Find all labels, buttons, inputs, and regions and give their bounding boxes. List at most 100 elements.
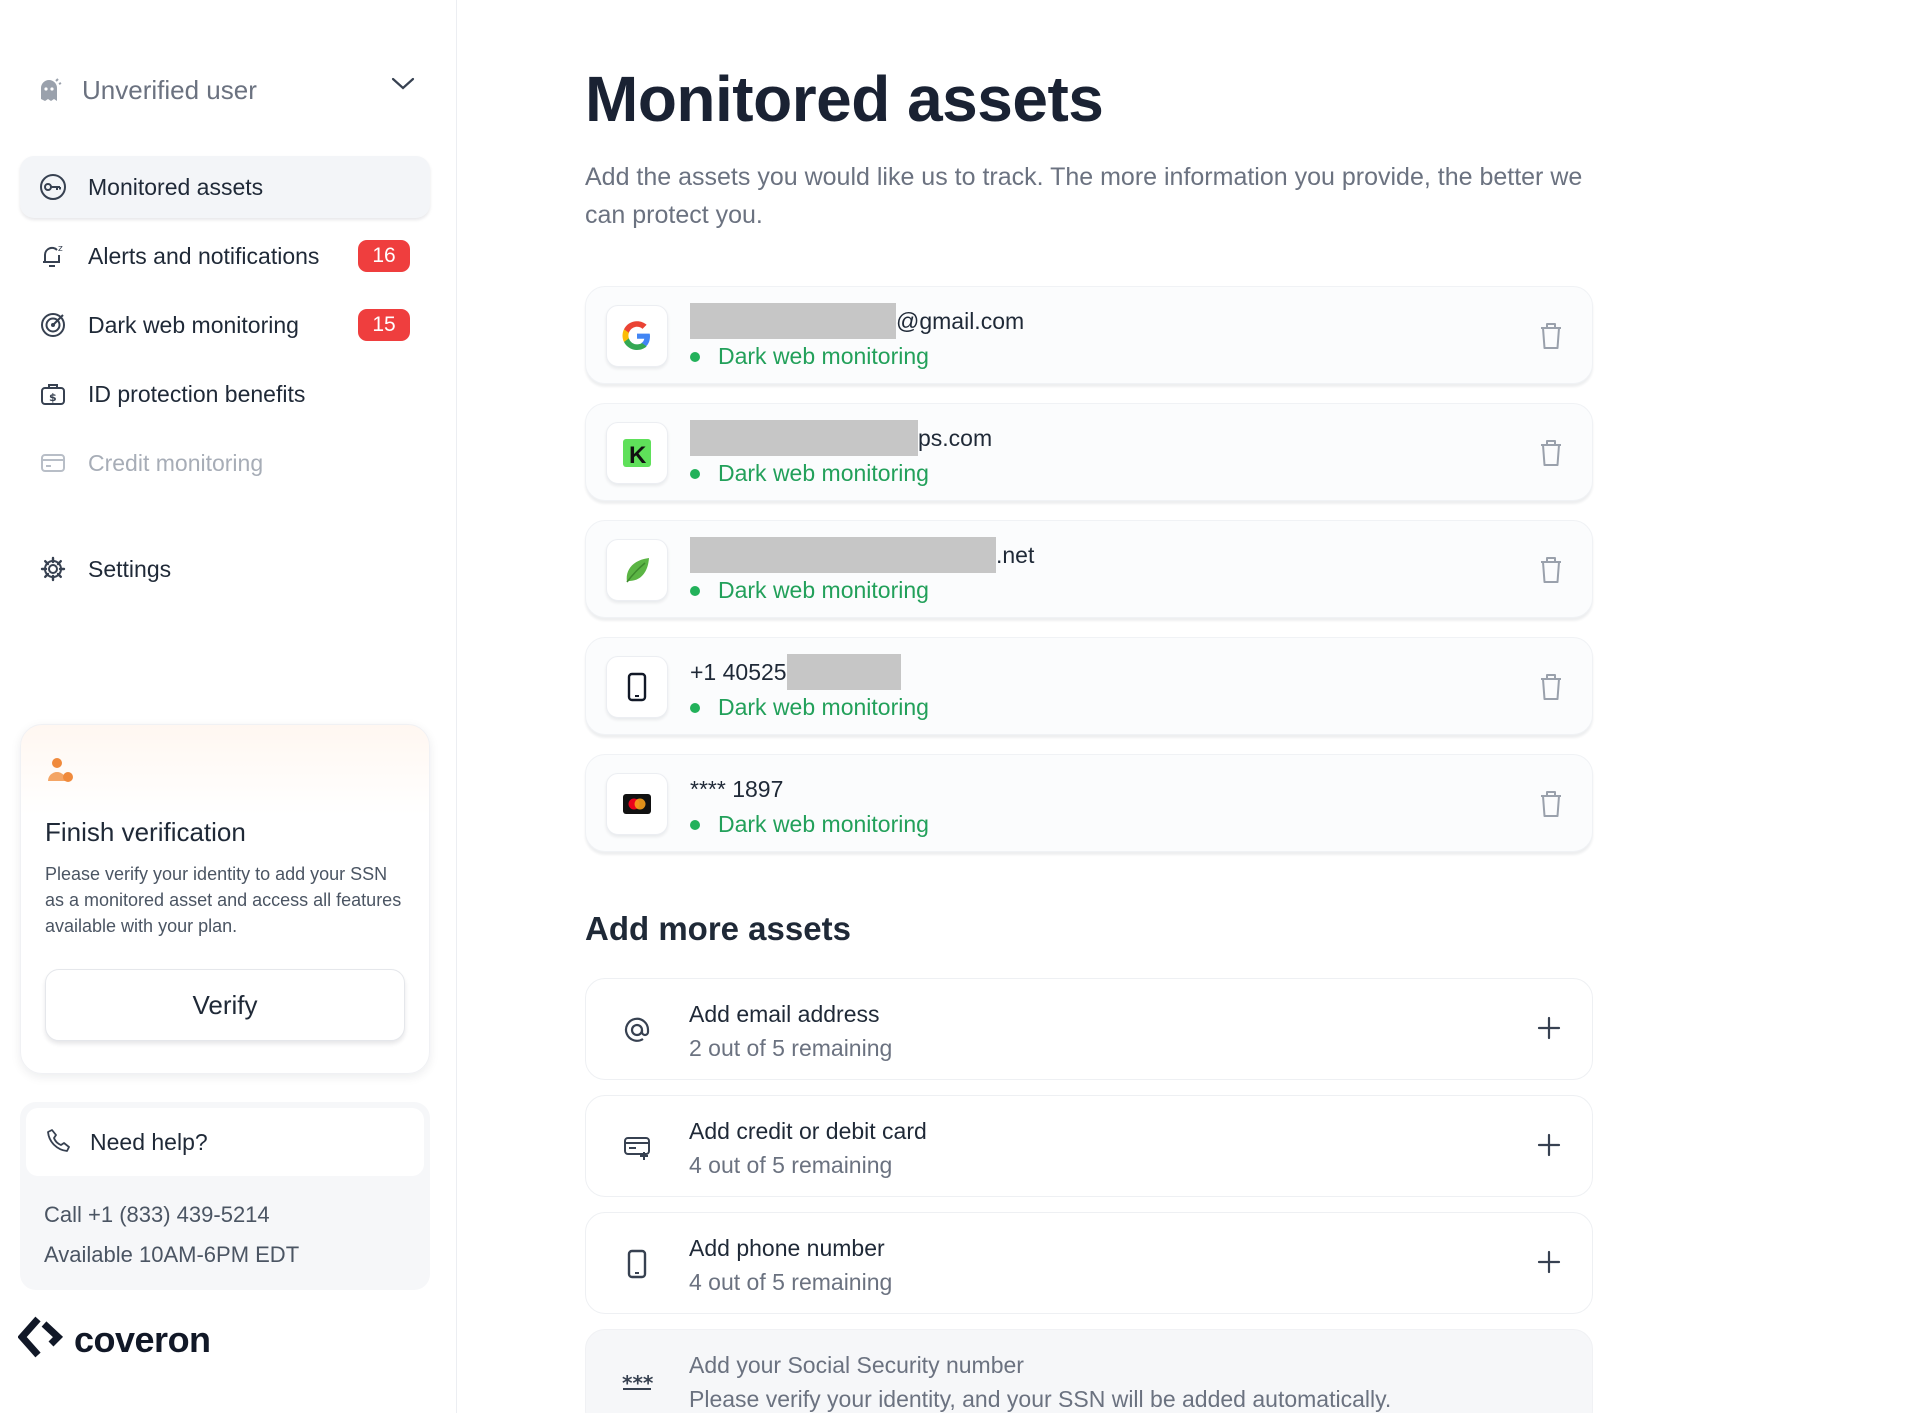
sidebar-item-id-protection[interactable]: $ ID protection benefits <box>20 363 430 425</box>
add-assets-list: Add email address 2 out of 5 remaining A… <box>585 978 1593 1413</box>
dark-web-count-badge: 15 <box>358 309 410 341</box>
asset-value: **** 1897 <box>690 775 784 802</box>
verify-card-text: Please verify your identity to add your … <box>45 864 402 936</box>
credit-card-icon <box>38 448 68 478</box>
sidebar: Unverified user Monitored assets z Alert… <box>0 0 457 1413</box>
delete-asset-trash-icon[interactable] <box>1538 438 1564 473</box>
page-title: Monitored assets <box>585 63 1104 135</box>
k-brand-icon: K <box>606 422 668 484</box>
delete-asset-trash-icon[interactable] <box>1538 789 1564 824</box>
sidebar-item-alerts[interactable]: z Alerts and notifications 16 <box>20 225 430 287</box>
finish-verification-card: Finish verification Please verify your i… <box>20 724 430 1074</box>
at-icon <box>620 1013 654 1047</box>
add-row-subtitle: 4 out of 5 remaining <box>689 1269 893 1295</box>
asset-row: @gmail.com Dark web monitoring <box>585 286 1593 384</box>
asset-status: Dark web monitoring <box>690 694 929 721</box>
asset-value: .net <box>690 537 1034 573</box>
sidebar-item-label: Monitored assets <box>88 173 264 200</box>
asset-value: @gmail.com <box>690 303 1024 339</box>
asset-status: Dark web monitoring <box>690 460 929 487</box>
redacted-block <box>690 537 996 573</box>
delete-asset-trash-icon[interactable] <box>1538 672 1564 707</box>
page-subtitle: Add the assets you would like us to trac… <box>585 163 1583 229</box>
alerts-count-badge: 16 <box>358 240 410 272</box>
add-row-title: Add credit or debit card <box>689 1118 927 1144</box>
redacted-block <box>690 420 918 456</box>
help-card: Need help? Call +1 (833) 439-5214 Availa… <box>20 1102 430 1290</box>
need-help-label: Need help? <box>90 1128 208 1155</box>
add-ssn-row: *** Add your Social Security number Plea… <box>585 1329 1593 1413</box>
add-more-assets-heading: Add more assets <box>585 910 851 947</box>
asset-value: +1 40525 <box>690 654 901 690</box>
svg-text:z: z <box>58 244 63 254</box>
sidebar-item-label: Settings <box>88 555 172 582</box>
target-icon <box>38 310 68 340</box>
asterisks-icon: *** <box>620 1364 654 1398</box>
plus-icon[interactable] <box>1536 1132 1562 1163</box>
add-phone-row[interactable]: Add phone number 4 out of 5 remaining <box>585 1212 1593 1314</box>
status-dot <box>690 468 700 479</box>
app-root: Unverified user Monitored assets z Alert… <box>0 0 1920 1413</box>
user-name: Unverified user <box>82 74 257 105</box>
phone-icon <box>620 1247 654 1281</box>
asset-value: ps.com <box>690 420 992 456</box>
asset-row: .net Dark web monitoring <box>585 520 1593 618</box>
chevron-down-icon <box>390 76 416 97</box>
leaf-icon <box>606 539 668 601</box>
user-verify-icon <box>45 755 77 792</box>
card-add-icon <box>620 1130 654 1164</box>
need-help-link[interactable]: Need help? <box>26 1108 424 1176</box>
delete-asset-trash-icon[interactable] <box>1538 321 1564 356</box>
verify-card-title: Finish verification <box>45 817 246 847</box>
ghost-user-icon <box>36 76 64 104</box>
add-row-title: Add your Social Security number <box>689 1352 1024 1378</box>
redacted-block <box>786 654 901 690</box>
sidebar-nav: Monitored assets z Alerts and notificati… <box>20 156 430 607</box>
sidebar-item-dark-web[interactable]: Dark web monitoring 15 <box>20 294 430 356</box>
add-row-title: Add phone number <box>689 1235 885 1261</box>
plus-icon[interactable] <box>1536 1015 1562 1046</box>
status-dot <box>690 702 700 713</box>
brand-logo: coveron <box>17 1316 211 1363</box>
add-row-subtitle: 4 out of 5 remaining <box>689 1152 893 1178</box>
svg-text:$: $ <box>49 391 57 404</box>
status-dot <box>690 819 700 830</box>
asset-status: Dark web monitoring <box>690 577 929 604</box>
sidebar-item-label: Dark web monitoring <box>88 311 299 338</box>
delete-asset-trash-icon[interactable] <box>1538 555 1564 590</box>
status-dot <box>690 351 700 362</box>
sidebar-item-credit-monitoring[interactable]: Credit monitoring <box>20 432 430 494</box>
brand-name: coveron <box>74 1318 211 1360</box>
add-row-subtitle: 2 out of 5 remaining <box>689 1035 893 1061</box>
phone-icon <box>606 656 668 718</box>
briefcase-dollar-icon: $ <box>38 379 68 409</box>
add-card-row[interactable]: Add credit or debit card 4 out of 5 rema… <box>585 1095 1593 1197</box>
sidebar-item-label: Credit monitoring <box>88 449 264 476</box>
help-hours: Available 10AM-6PM EDT <box>44 1242 300 1267</box>
phone-handset-icon <box>46 1127 72 1158</box>
google-icon <box>606 305 668 367</box>
asset-row: K ps.com Dark web monitoring <box>585 403 1593 501</box>
sidebar-item-label: ID protection benefits <box>88 380 306 407</box>
add-row-subtitle: Please verify your identity, and your SS… <box>689 1386 1392 1412</box>
asset-row: **** 1897 Dark web monitoring <box>585 754 1593 852</box>
key-circle-icon <box>38 172 68 202</box>
sidebar-item-monitored-assets[interactable]: Monitored assets <box>20 156 430 218</box>
add-row-title: Add email address <box>689 1001 880 1027</box>
plus-icon[interactable] <box>1536 1249 1562 1280</box>
bell-icon: z <box>38 241 68 271</box>
asset-status: Dark web monitoring <box>690 343 929 370</box>
mastercard-icon <box>606 773 668 835</box>
status-dot <box>690 585 700 596</box>
sidebar-item-settings[interactable]: Settings <box>20 538 430 600</box>
redacted-block <box>690 303 896 339</box>
monitored-assets-list: @gmail.com Dark web monitoring K ps.com … <box>585 286 1593 871</box>
gear-icon <box>38 554 68 584</box>
sidebar-item-label: Alerts and notifications <box>88 242 320 269</box>
verify-button[interactable]: Verify <box>45 969 405 1041</box>
coveron-logo-icon <box>17 1316 64 1363</box>
add-email-row[interactable]: Add email address 2 out of 5 remaining <box>585 978 1593 1080</box>
asset-status: Dark web monitoring <box>690 811 929 838</box>
user-menu-dropdown[interactable]: Unverified user <box>36 70 416 110</box>
svg-text:K: K <box>629 442 647 469</box>
